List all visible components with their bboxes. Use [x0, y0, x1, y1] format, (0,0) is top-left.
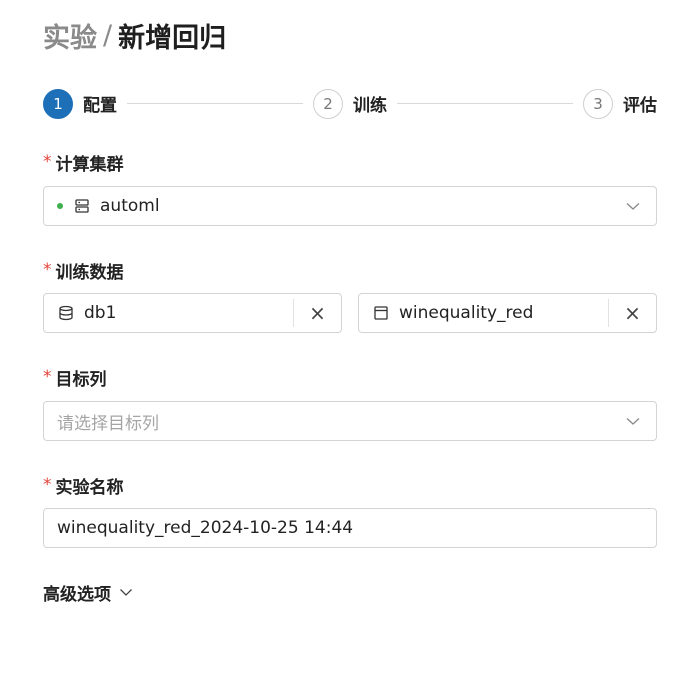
clear-table-button[interactable]: × — [608, 299, 656, 327]
cluster-value: automl — [100, 196, 160, 216]
experiment-name-input[interactable] — [43, 508, 657, 548]
cluster-label: * 计算集群 — [43, 151, 124, 175]
advanced-options-label: 高级选项 — [43, 584, 111, 605]
step-label: 评估 — [623, 96, 657, 116]
step-label: 训练 — [353, 96, 387, 116]
status-dot — [57, 203, 63, 209]
breadcrumb: 实验 / 新增回归 — [43, 16, 227, 55]
chevron-down-icon[interactable] — [624, 412, 642, 430]
experiment-name-label: * 实验名称 — [43, 474, 124, 498]
cluster-label-text: 计算集群 — [55, 154, 124, 175]
step-number: 3 — [583, 88, 613, 119]
experiment-name-label-text: 实验名称 — [55, 477, 124, 498]
training-data-label: * 训练数据 — [43, 259, 124, 283]
table-value: winequality_red — [399, 303, 534, 323]
required-mark: * — [43, 367, 52, 387]
step-config: 1 配置 — [43, 88, 117, 119]
advanced-options-toggle[interactable]: 高级选项 — [43, 581, 134, 605]
server-icon — [74, 198, 90, 214]
chevron-down-icon[interactable] — [624, 197, 642, 215]
step-train: 2 训练 — [313, 88, 387, 119]
target-column-label-text: 目标列 — [55, 369, 107, 390]
database-select[interactable]: db1 × — [43, 293, 342, 333]
page-title: 新增回归 — [118, 22, 227, 54]
chevron-down-icon — [120, 589, 132, 596]
close-icon: × — [624, 301, 641, 325]
step-evaluate: 3 评估 — [583, 88, 657, 119]
step-connector — [127, 103, 303, 104]
required-mark: * — [43, 475, 52, 495]
step-number: 2 — [313, 88, 343, 119]
clear-database-button[interactable]: × — [293, 299, 341, 327]
breadcrumb-separator: / — [103, 19, 113, 51]
close-icon: × — [309, 301, 326, 325]
breadcrumb-parent-link[interactable]: 实验 — [43, 16, 97, 55]
required-mark: * — [43, 152, 52, 172]
table-select[interactable]: winequality_red × — [358, 293, 657, 333]
step-number: 1 — [43, 88, 73, 119]
target-column-placeholder: 请选择目标列 — [57, 413, 159, 434]
cluster-select[interactable]: automl — [43, 186, 657, 226]
step-connector — [397, 103, 573, 104]
database-icon — [58, 305, 74, 321]
stepper: 1 配置 2 训练 3 评估 — [43, 88, 657, 119]
table-icon — [373, 305, 389, 321]
required-mark: * — [43, 260, 52, 280]
database-value: db1 — [84, 303, 117, 323]
target-column-label: * 目标列 — [43, 366, 107, 390]
step-label: 配置 — [83, 96, 117, 116]
target-column-select[interactable]: 请选择目标列 — [43, 401, 657, 441]
training-data-label-text: 训练数据 — [55, 262, 124, 283]
